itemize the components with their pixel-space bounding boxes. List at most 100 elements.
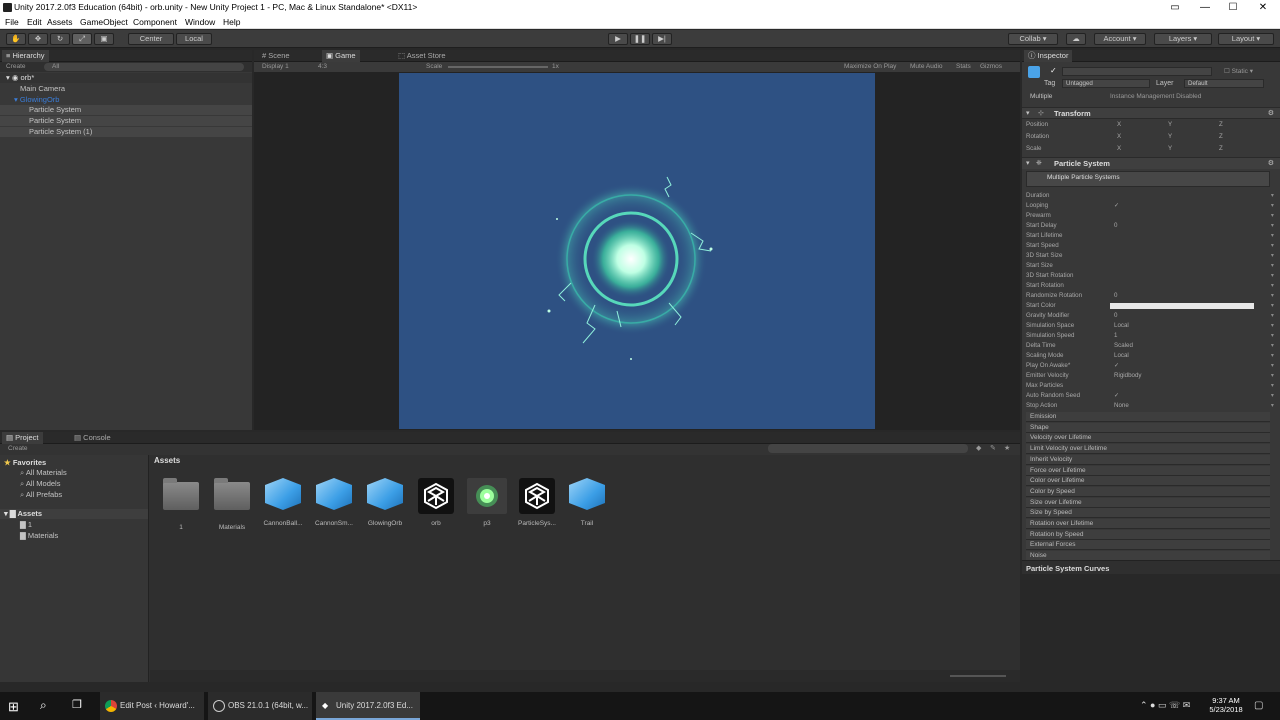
ps-property-row[interactable]: 3D Start Rotation ▾ xyxy=(1026,271,1276,281)
start-color-swatch[interactable] xyxy=(1110,303,1254,309)
filter-type-icon[interactable]: ◆ xyxy=(976,444,981,452)
menu-file[interactable]: File xyxy=(5,17,19,27)
hierarchy-item[interactable]: Particle System xyxy=(0,105,252,115)
scene-row[interactable]: ▾ ◉ orb* xyxy=(0,73,252,83)
dropdown-chevron-icon[interactable]: ▾ xyxy=(1271,221,1274,231)
hierarchy-item[interactable]: Particle System xyxy=(0,116,252,126)
name-field[interactable] xyxy=(1062,67,1212,76)
step-button[interactable]: ▶| xyxy=(652,33,672,45)
tab-hierarchy[interactable]: ≡ Hierarchy xyxy=(2,50,49,62)
dropdown-chevron-icon[interactable]: ▾ xyxy=(1271,361,1274,371)
layout-dropdown[interactable]: Layout ▾ xyxy=(1218,33,1274,45)
display-dropdown[interactable]: Display 1 xyxy=(262,63,289,70)
ps-property-row[interactable]: Prewarm ▾ xyxy=(1026,211,1276,221)
dropdown-chevron-icon[interactable]: ▾ xyxy=(1271,191,1274,201)
ps-module-header[interactable]: Shape xyxy=(1026,422,1270,433)
ps-property-row[interactable]: Simulation Speed 1 ▾ xyxy=(1026,331,1276,341)
move-tool-icon[interactable]: ✥ xyxy=(28,33,48,45)
menu-gameobject[interactable]: GameObject xyxy=(80,17,128,27)
search-icon[interactable]: ⌕ xyxy=(40,698,47,713)
favorites-row[interactable]: ★ Favorites xyxy=(0,458,148,468)
pivot-center-button[interactable]: Center xyxy=(128,33,174,45)
ps-module-header[interactable]: External Forces xyxy=(1026,540,1270,551)
assets-root-row[interactable]: ▾ ▇ Assets xyxy=(0,509,148,519)
hierarchy-create-button[interactable]: Create xyxy=(6,63,26,70)
dropdown-chevron-icon[interactable]: ▾ xyxy=(1271,381,1274,391)
tab-asset-store[interactable]: ⬚ Asset Store xyxy=(394,50,450,62)
taskbar-unity[interactable]: ◆ Unity 2017.2.0f3 Ed... xyxy=(316,692,420,720)
menu-edit[interactable]: Edit xyxy=(27,17,42,27)
cloud-icon[interactable]: ☁ xyxy=(1066,33,1086,45)
ps-property-row[interactable]: Emitter Velocity Rigidbody ▾ xyxy=(1026,371,1276,381)
dropdown-chevron-icon[interactable]: ▾ xyxy=(1271,291,1274,301)
dropdown-chevron-icon[interactable]: ▾ xyxy=(1271,281,1274,291)
taskbar-chrome[interactable]: Edit Post ‹ Howard'... xyxy=(100,692,204,720)
ps-property-row[interactable]: Gravity Modifier 0 ▾ xyxy=(1026,311,1276,321)
hierarchy-item[interactable]: Particle System (1) xyxy=(0,127,252,137)
ps-module-header[interactable]: Size by Speed xyxy=(1026,508,1270,519)
taskbar-obs[interactable]: OBS 21.0.1 (64bit, w... xyxy=(208,692,312,720)
layout-icon[interactable]: ▭ xyxy=(1160,0,1190,15)
asset-item[interactable]: orb xyxy=(413,478,459,527)
asset-item[interactable]: CannonSm... xyxy=(311,478,357,527)
clock[interactable]: 9:37 AM 5/23/2018 xyxy=(1206,696,1246,714)
maximize-on-play-toggle[interactable]: Maximize On Play xyxy=(844,63,896,70)
ps-module-header[interactable]: Force over Lifetime xyxy=(1026,465,1270,476)
tree-item[interactable]: ▇ 1 xyxy=(0,520,148,530)
ps-module-header[interactable]: Color over Lifetime xyxy=(1026,476,1270,487)
ps-module-header[interactable]: Rotation by Speed xyxy=(1026,529,1270,540)
windows-start-icon[interactable]: ⊞ xyxy=(8,699,19,715)
minimize-button[interactable]: — xyxy=(1190,0,1220,15)
particle-system-curves-header[interactable]: Particle System Curves xyxy=(1022,560,1280,574)
menu-window[interactable]: Window xyxy=(185,17,215,27)
asset-item[interactable]: Trail xyxy=(564,478,610,527)
ps-property-row[interactable]: 3D Start Size ▾ xyxy=(1026,251,1276,261)
asset-item[interactable]: GlowingOrb xyxy=(362,478,408,527)
dropdown-chevron-icon[interactable]: ▾ xyxy=(1271,371,1274,381)
notifications-icon[interactable]: ▢ xyxy=(1254,700,1263,711)
asset-item[interactable]: 1 xyxy=(158,478,204,531)
ps-property-row[interactable]: Start Size ▾ xyxy=(1026,261,1276,271)
gizmos-dropdown[interactable]: Gizmos xyxy=(980,63,1002,70)
ps-property-row[interactable]: Auto Random Seed ✓ ▾ xyxy=(1026,391,1276,401)
ps-property-row[interactable]: Start Color ▾ xyxy=(1026,301,1276,311)
tab-console[interactable]: ▤ Console xyxy=(70,432,115,444)
multiple-particle-systems-header[interactable]: Multiple Particle Systems xyxy=(1026,171,1270,187)
rect-tool-icon[interactable]: ▣ xyxy=(94,33,114,45)
play-button[interactable]: ▶ xyxy=(608,33,628,45)
dropdown-chevron-icon[interactable]: ▾ xyxy=(1271,271,1274,281)
account-dropdown[interactable]: Account ▾ xyxy=(1094,33,1146,45)
tab-project[interactable]: ▤ Project xyxy=(2,432,43,444)
stats-toggle[interactable]: Stats xyxy=(956,63,971,70)
dropdown-chevron-icon[interactable]: ▾ xyxy=(1271,311,1274,321)
ps-module-header[interactable]: Inherit Velocity xyxy=(1026,454,1270,465)
hierarchy-search-input[interactable]: All xyxy=(44,63,244,71)
dropdown-chevron-icon[interactable]: ▾ xyxy=(1271,231,1274,241)
ps-module-header[interactable]: Color by Speed xyxy=(1026,486,1270,497)
ps-property-row[interactable]: Start Lifetime ▾ xyxy=(1026,231,1276,241)
ps-module-header[interactable]: Rotation over Lifetime xyxy=(1026,519,1270,529)
dropdown-chevron-icon[interactable]: ▾ xyxy=(1271,201,1274,211)
tab-game[interactable]: ▣ Game xyxy=(322,50,360,62)
tag-dropdown[interactable]: Untagged xyxy=(1062,79,1150,88)
asset-item[interactable]: p3 xyxy=(464,478,510,527)
ps-property-row[interactable]: Stop Action None ▾ xyxy=(1026,401,1276,411)
collab-dropdown[interactable]: Collab ▾ xyxy=(1008,33,1058,45)
asset-item[interactable]: ParticleSys... xyxy=(514,478,560,527)
transform-header[interactable]: ▾ ⊹ Transform ⚙ xyxy=(1022,107,1280,119)
ps-module-header[interactable]: Limit Velocity over Lifetime xyxy=(1026,444,1270,455)
ps-property-row[interactable]: Start Delay 0 ▾ xyxy=(1026,221,1276,231)
dropdown-chevron-icon[interactable]: ▾ xyxy=(1271,341,1274,351)
scale-slider[interactable] xyxy=(448,66,548,68)
maximize-button[interactable]: ☐ xyxy=(1218,0,1248,15)
project-create-button[interactable]: Create xyxy=(8,445,28,452)
menu-assets[interactable]: Assets xyxy=(47,17,73,27)
dropdown-chevron-icon[interactable]: ▾ xyxy=(1271,391,1274,401)
icon-size-slider[interactable] xyxy=(950,675,1006,677)
dropdown-chevron-icon[interactable]: ▾ xyxy=(1271,241,1274,251)
component-settings-icon[interactable]: ⚙ xyxy=(1268,109,1274,117)
ps-property-row[interactable]: Play On Awake* ✓ ▾ xyxy=(1026,361,1276,371)
dropdown-chevron-icon[interactable]: ▾ xyxy=(1271,261,1274,271)
menu-component[interactable]: Component xyxy=(133,17,177,27)
dropdown-chevron-icon[interactable]: ▾ xyxy=(1271,211,1274,221)
